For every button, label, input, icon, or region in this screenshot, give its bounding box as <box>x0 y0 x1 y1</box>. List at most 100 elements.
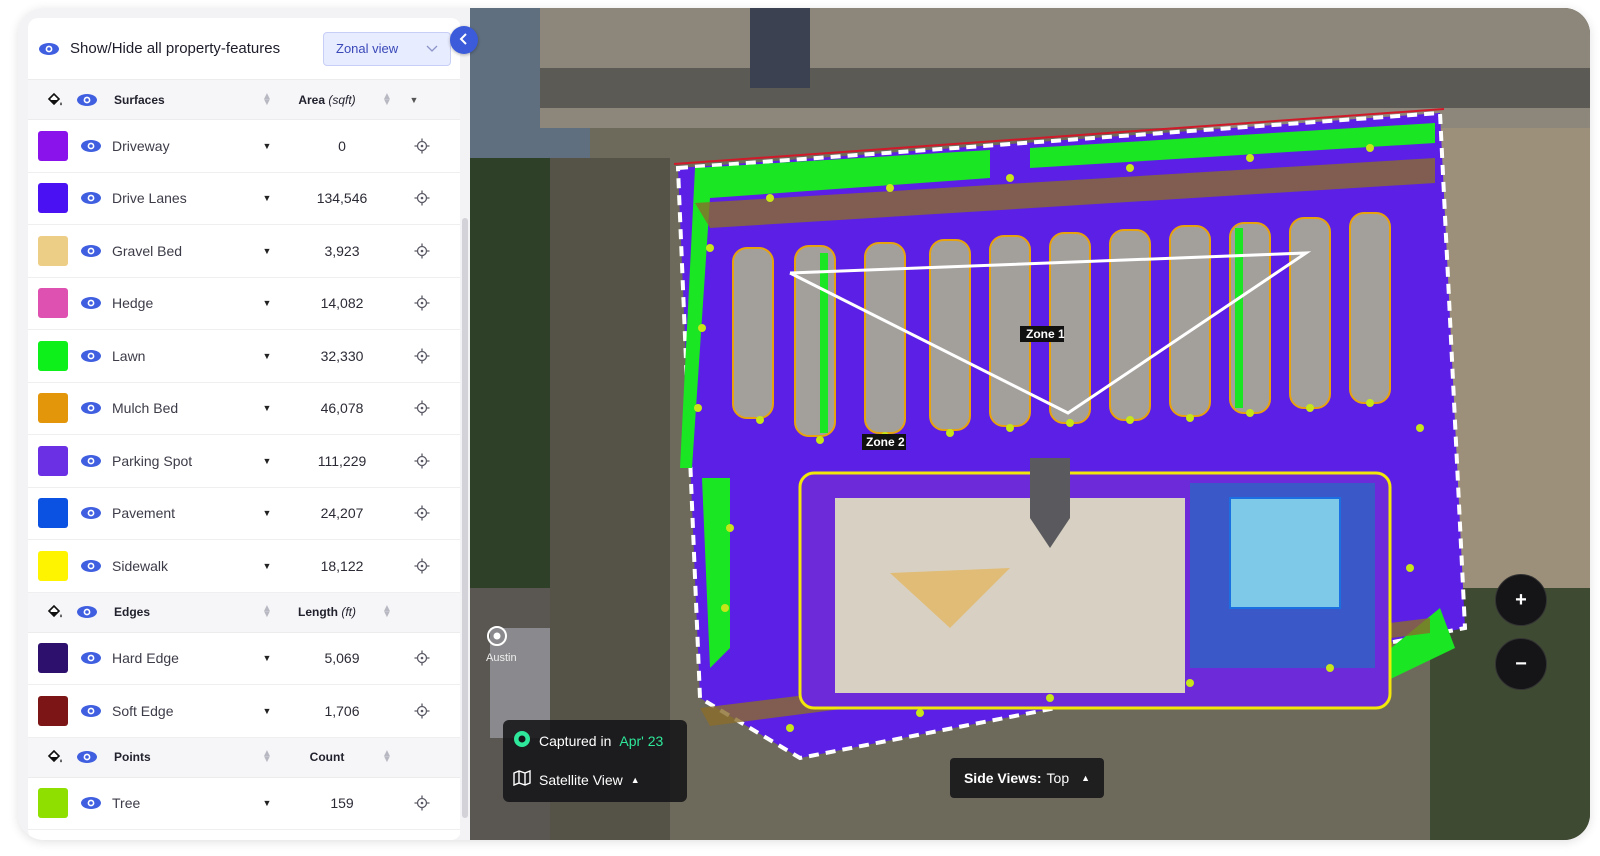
caret-down-icon[interactable]: ▼ <box>252 561 282 571</box>
metric-unit: (sqft) <box>328 92 356 107</box>
color-swatch[interactable] <box>38 695 68 726</box>
eye-icon[interactable] <box>80 296 102 310</box>
feature-row[interactable]: Pavement ▼ 24,207 <box>28 488 461 540</box>
locate-icon[interactable] <box>402 190 442 206</box>
caret-down-icon[interactable]: ▼ <box>252 141 282 151</box>
color-swatch[interactable] <box>38 183 68 214</box>
sort-icon[interactable]: ▲ ▼ <box>252 604 282 620</box>
chevron-left-icon <box>459 32 469 48</box>
caret-down-icon[interactable]: ▼ <box>252 653 282 663</box>
eye-icon[interactable] <box>80 349 102 363</box>
caret-down-icon[interactable]: ▼ <box>402 95 426 105</box>
zoom-out-button[interactable]: − <box>1495 638 1547 690</box>
feature-row[interactable]: Soft Edge ▼ 1,706 <box>28 685 461 738</box>
locate-icon[interactable] <box>402 453 442 469</box>
eye-icon[interactable] <box>72 750 102 764</box>
feature-row[interactable]: Lawn ▼ 32,330 <box>28 330 461 383</box>
locate-icon[interactable] <box>402 558 442 574</box>
color-swatch[interactable] <box>38 788 68 819</box>
caret-down-icon[interactable]: ▼ <box>252 456 282 466</box>
eye-icon[interactable] <box>80 796 102 810</box>
feature-row[interactable]: Parking Spot ▼ 111,229 <box>28 435 461 488</box>
map-view[interactable]: Zone 1 Zone 2 Austin Captured in Apr' 23… <box>470 8 1590 840</box>
caret-down-icon[interactable]: ▼ <box>252 706 282 716</box>
locate-icon[interactable] <box>402 348 442 364</box>
eye-icon[interactable] <box>80 139 102 153</box>
eye-icon[interactable] <box>80 191 102 205</box>
eye-icon[interactable] <box>80 454 102 468</box>
eye-icon[interactable] <box>80 559 102 573</box>
sort-icon[interactable]: ▲ ▼ <box>372 604 402 620</box>
eye-icon[interactable] <box>72 605 102 619</box>
feature-value: 0 <box>338 137 346 154</box>
zoom-in-button[interactable]: + <box>1495 574 1547 626</box>
color-swatch[interactable] <box>38 235 68 266</box>
eye-icon[interactable] <box>80 244 102 258</box>
eye-icon[interactable] <box>80 506 102 520</box>
view-select[interactable]: Zonal view <box>323 31 451 66</box>
color-swatch[interactable] <box>38 288 68 319</box>
side-views-value: Top <box>1046 770 1070 786</box>
feature-label: Pavement <box>112 505 176 522</box>
color-swatch[interactable] <box>38 498 68 529</box>
locate-icon[interactable] <box>402 243 442 259</box>
eye-icon[interactable] <box>80 401 102 415</box>
paint-bucket-icon[interactable] <box>38 604 72 620</box>
caret-down-icon[interactable]: ▼ <box>252 351 282 361</box>
caret-down-icon[interactable]: ▼ <box>252 798 282 808</box>
color-swatch[interactable] <box>38 340 68 371</box>
color-swatch[interactable] <box>38 130 68 161</box>
eye-icon[interactable] <box>80 704 102 718</box>
eye-icon[interactable] <box>80 651 102 665</box>
capture-date: Apr' 23 <box>619 732 664 749</box>
feature-row[interactable]: Sidewalk ▼ 18,122 <box>28 540 461 593</box>
locate-icon[interactable] <box>402 650 442 666</box>
caret-down-icon[interactable]: ▼ <box>252 403 282 413</box>
locate-icon[interactable] <box>402 400 442 416</box>
sort-icon[interactable]: ▲ ▼ <box>252 749 282 765</box>
locate-icon[interactable] <box>402 795 442 811</box>
color-swatch[interactable] <box>38 643 68 674</box>
sort-icon[interactable]: ▲ ▼ <box>372 91 402 107</box>
toggle-all-label[interactable]: Show/Hide all property-features <box>70 40 323 57</box>
sort-icon[interactable]: ▲ ▼ <box>252 91 282 107</box>
app-frame: Show/Hide all property-features Zonal vi… <box>18 8 1590 840</box>
caret-down-icon[interactable]: ▼ <box>252 508 282 518</box>
caret-down-icon[interactable]: ▼ <box>252 246 282 256</box>
eye-icon[interactable] <box>72 93 102 107</box>
locate-icon[interactable] <box>402 295 442 311</box>
feature-row[interactable]: Gravel Bed ▼ 3,923 <box>28 225 461 278</box>
locate-icon[interactable] <box>402 703 442 719</box>
locate-icon[interactable] <box>402 138 442 154</box>
feature-row[interactable]: Mulch Bed ▼ 46,078 <box>28 383 461 435</box>
sort-icon[interactable]: ▲ ▼ <box>372 749 402 765</box>
feature-row[interactable]: Tree ▼ 159 <box>28 778 461 830</box>
eye-icon[interactable] <box>38 42 60 56</box>
feature-row[interactable]: Drive Lanes ▼ 134,546 <box>28 173 461 225</box>
section-header-edges: Edges ▲ ▼ Length (ft) ▲ ▼ <box>28 592 461 633</box>
color-swatch[interactable] <box>38 550 68 581</box>
paint-bucket-icon[interactable] <box>38 749 72 765</box>
zone-1-label: Zone 1 <box>1026 327 1065 341</box>
feature-value: 24,207 <box>320 505 364 522</box>
panel-scrollbar-thumb[interactable] <box>462 218 468 818</box>
paint-bucket-icon[interactable] <box>38 92 72 108</box>
feature-value: 32,330 <box>320 347 364 364</box>
caret-down-icon[interactable]: ▼ <box>252 193 282 203</box>
feature-panel: Show/Hide all property-features Zonal vi… <box>18 8 470 840</box>
locate-icon[interactable] <box>402 505 442 521</box>
feature-value: 159 <box>330 795 354 812</box>
feature-row[interactable]: Hedge ▼ 14,082 <box>28 278 461 330</box>
color-swatch[interactable] <box>38 393 68 424</box>
feature-row[interactable]: Driveway ▼ 0 <box>28 120 461 173</box>
layer-switch[interactable]: Satellite View ▲ <box>513 769 640 789</box>
feature-value: 14,082 <box>320 295 364 312</box>
section-header-points: Points ▲ ▼ Count ▲ ▼ <box>28 737 461 778</box>
chevron-down-icon <box>426 41 438 56</box>
collapse-panel-button[interactable] <box>450 26 478 54</box>
color-swatch[interactable] <box>38 445 68 476</box>
caret-down-icon[interactable]: ▼ <box>252 298 282 308</box>
section-title: Surfaces <box>114 92 165 107</box>
side-views-select[interactable]: Side Views: Top ▲ <box>950 758 1104 798</box>
feature-row[interactable]: Hard Edge ▼ 5,069 <box>28 633 461 685</box>
